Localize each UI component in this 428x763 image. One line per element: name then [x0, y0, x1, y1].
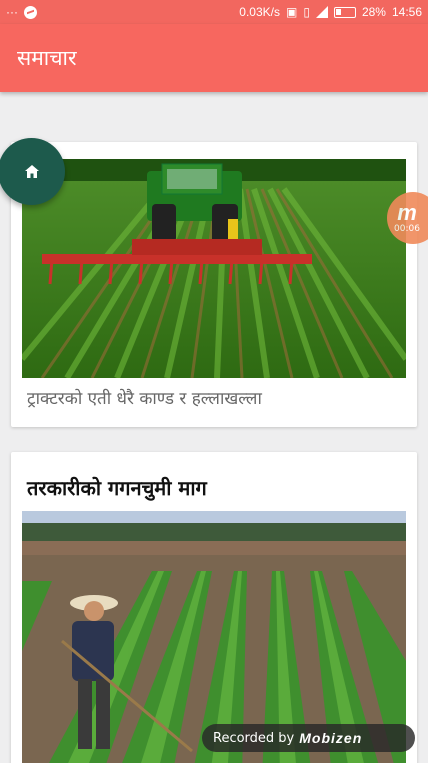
app-bar: समाचार [0, 24, 428, 92]
tractor-field-photo[interactable] [22, 159, 406, 378]
status-bar: ··· 0.03K/s ▣ ▯ 28% 14:56 [0, 0, 428, 24]
signal-icon [315, 6, 328, 18]
recorded-brand: Mobizen [299, 730, 363, 746]
recorded-watermark: Recorded by Mobizen [202, 724, 415, 752]
recorded-label: Recorded by [213, 730, 295, 746]
home-button[interactable] [0, 138, 65, 205]
nfc-icon: ▣ [285, 5, 298, 19]
recorder-timer: 00:06 [394, 224, 420, 234]
messenger-icon [24, 5, 37, 19]
status-dots: ··· [6, 5, 18, 19]
clock: 14:56 [391, 5, 422, 19]
battery-percent: 28% [361, 5, 386, 19]
network-speed: 0.03K/s [239, 5, 280, 19]
article-headline[interactable]: तरकारीको गगनचुमी माग [27, 474, 207, 501]
vibrate-icon: ▯ [303, 5, 310, 19]
article-caption[interactable]: ट्राक्टरको एती धेरै काण्ड र हल्लाखल्ला [27, 386, 262, 409]
app-title: समाचार [17, 46, 77, 70]
battery-icon [333, 6, 356, 18]
news-card[interactable]: तरकारीको गगनचुमी माग [11, 452, 417, 763]
recorder-logo-icon: m [397, 200, 417, 225]
news-card[interactable]: ट्राक्टरको एती धेरै काण्ड र हल्लाखल्ला [11, 142, 417, 427]
home-icon [24, 165, 39, 178]
